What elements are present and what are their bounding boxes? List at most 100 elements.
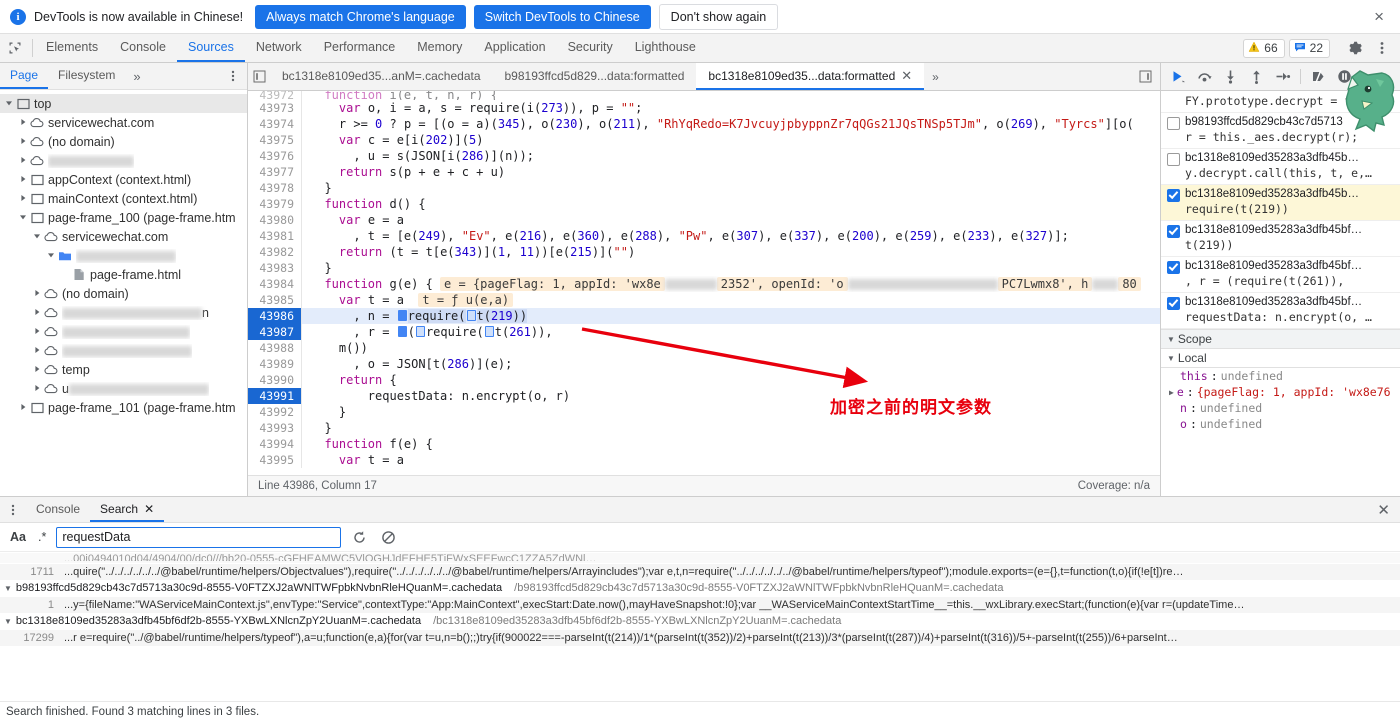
breakpoint-checkbox[interactable] xyxy=(1167,261,1180,274)
tree-node-0[interactable]: top xyxy=(0,94,247,113)
inspect-element-icon[interactable] xyxy=(0,34,30,62)
tree-node-5[interactable]: mainContext (context.html) xyxy=(0,189,247,208)
code-line-43975[interactable]: 43975 var c = e[i(202)](5) xyxy=(248,132,1160,148)
code-editor[interactable]: 43972 function i(e, t, n, r) {43973 var … xyxy=(248,91,1160,475)
tree-node-3[interactable] xyxy=(0,151,247,170)
line-number-43990[interactable]: 43990 xyxy=(248,372,302,388)
line-number-43983[interactable]: 43983 xyxy=(248,260,302,276)
more-options-icon[interactable] xyxy=(1371,40,1393,56)
close-icon-search-tab[interactable]: ✕ xyxy=(144,502,154,516)
search-result-line-0[interactable]: ...00i0494010d04/4904/00/dc0///bb20-0555… xyxy=(0,552,1400,563)
code-line-43993[interactable]: 43993 } xyxy=(248,420,1160,436)
tree-node-4[interactable]: appContext (context.html) xyxy=(0,170,247,189)
line-number-43992[interactable]: 43992 xyxy=(248,404,302,420)
navigator-tab-filesystem[interactable]: Filesystem xyxy=(48,63,125,89)
close-drawer-icon[interactable]: ✕ xyxy=(1367,497,1400,522)
tab-console[interactable]: Console xyxy=(109,34,177,62)
code-line-43990[interactable]: 43990 return { xyxy=(248,372,1160,388)
breakpoints-list[interactable]: FY.prototype.decrypt = fun… b98193ffcd5d8… xyxy=(1161,91,1400,329)
breakpoint-item-0[interactable]: FY.prototype.decrypt = fun… xyxy=(1161,91,1400,113)
chevron-down-icon[interactable] xyxy=(30,232,43,242)
line-number-43982[interactable]: 43982 xyxy=(248,244,302,260)
code-line-43988[interactable]: 43988 m()) xyxy=(248,340,1160,356)
tab-performance[interactable]: Performance xyxy=(313,34,407,62)
search-result-file-4[interactable]: ▼ bc1318e8109ed35283a3dfb45bf6df2b-8555-Y… xyxy=(0,613,1400,629)
tree-node-10[interactable]: (no domain) xyxy=(0,284,247,303)
source-tab-0[interactable]: bc1318e8109ed35...anM=.cachedata xyxy=(270,63,493,90)
line-number-43988[interactable]: 43988 xyxy=(248,340,302,356)
line-number-43978[interactable]: 43978 xyxy=(248,180,302,196)
line-number-43991[interactable]: 43991 xyxy=(248,388,302,404)
line-number-43975[interactable]: 43975 xyxy=(248,132,302,148)
line-number-43984[interactable]: 43984 xyxy=(248,276,302,292)
code-line-43979[interactable]: 43979 function d() { xyxy=(248,196,1160,212)
code-line-43995[interactable]: 43995 var t = a xyxy=(248,452,1160,468)
search-results-list[interactable]: ...00i0494010d04/4904/00/dc0///bb20-0555… xyxy=(0,552,1400,701)
tree-node-6[interactable]: page-frame_100 (page-frame.htm xyxy=(0,208,247,227)
code-line-43976[interactable]: 43976 , u = s(JSON[i(286)](n)); xyxy=(248,148,1160,164)
message-count-badge[interactable]: 22 xyxy=(1288,38,1330,58)
tree-node-15[interactable]: u xyxy=(0,379,247,398)
line-number-43993[interactable]: 43993 xyxy=(248,420,302,436)
search-input[interactable] xyxy=(56,526,342,548)
step-out-of-current-function-icon[interactable] xyxy=(1244,66,1269,88)
line-number-43995[interactable]: 43995 xyxy=(248,452,302,468)
chevron-right-icon[interactable] xyxy=(30,346,43,356)
warning-count-badge[interactable]: 66 xyxy=(1243,38,1285,58)
drawer-options-icon[interactable] xyxy=(0,497,26,522)
tree-node-7[interactable]: servicewechat.com xyxy=(0,227,247,246)
code-line-43983[interactable]: 43983 } xyxy=(248,260,1160,276)
code-lines[interactable]: 43972 function i(e, t, n, r) {43973 var … xyxy=(248,91,1160,468)
breakpoint-checkbox[interactable] xyxy=(1167,153,1180,166)
drawer-tab-search[interactable]: Search ✕ xyxy=(90,497,165,522)
chevron-right-icon[interactable]: ▶ xyxy=(1169,388,1174,397)
resume-script-execution-icon[interactable] xyxy=(1166,66,1191,88)
scope-variable-n[interactable]: n: undefined xyxy=(1161,400,1400,416)
code-line-43992[interactable]: 43992 } xyxy=(248,404,1160,420)
scope-variable-o[interactable]: o: undefined xyxy=(1161,416,1400,432)
scope-variable-this[interactable]: this: undefined xyxy=(1161,368,1400,384)
code-line-43991[interactable]: 43991 requestData: n.encrypt(o, r) xyxy=(248,388,1160,404)
code-line-43977[interactable]: 43977 return s(p + e + c + u) xyxy=(248,164,1160,180)
scroll-tabs-right-icon[interactable] xyxy=(1134,70,1156,83)
source-tab-2[interactable]: bc1318e8109ed35...data:formatted ✕ xyxy=(696,63,925,90)
breakpoint-checkbox[interactable] xyxy=(1167,297,1180,310)
code-line-43978[interactable]: 43978 } xyxy=(248,180,1160,196)
line-number-43994[interactable]: 43994 xyxy=(248,436,302,452)
line-number-43976[interactable]: 43976 xyxy=(248,148,302,164)
tab-sources[interactable]: Sources xyxy=(176,34,245,62)
chevron-right-icon[interactable] xyxy=(16,137,29,147)
chevron-right-icon[interactable] xyxy=(16,118,29,128)
code-line-43985[interactable]: 43985 var t = a t = ƒ u(e,a) xyxy=(248,292,1160,308)
breakpoint-item-1[interactable]: b98193ffcd5d829cb43c7d5713 r = this._aes.… xyxy=(1161,113,1400,149)
deactivate-breakpoints-icon[interactable] xyxy=(1306,66,1331,88)
tree-node-14[interactable]: temp xyxy=(0,360,247,379)
tree-node-2[interactable]: (no domain) xyxy=(0,132,247,151)
chevron-down-icon[interactable] xyxy=(2,99,15,109)
code-line-43984[interactable]: 43984 function g(e) { e = {pageFlag: 1, … xyxy=(248,276,1160,292)
line-number-43973[interactable]: 43973 xyxy=(248,100,302,116)
breakpoint-item-2[interactable]: bc1318e8109ed35283a3dfb45b… y.decrypt.cal… xyxy=(1161,149,1400,185)
regex-toggle[interactable]: .* xyxy=(36,530,48,544)
clear-icon[interactable] xyxy=(378,530,399,545)
match-case-toggle[interactable]: Aa xyxy=(8,530,28,544)
tab-application[interactable]: Application xyxy=(473,34,556,62)
tab-elements[interactable]: Elements xyxy=(35,34,109,62)
step-into-next-function-call-icon[interactable] xyxy=(1218,66,1243,88)
chevron-right-icon[interactable] xyxy=(30,308,43,318)
line-number-43987[interactable]: 43987 xyxy=(248,324,302,340)
tree-node-1[interactable]: servicewechat.com xyxy=(0,113,247,132)
chevron-down-icon[interactable] xyxy=(44,251,57,261)
chevron-right-icon[interactable] xyxy=(30,327,43,337)
navigator-more-tabs-icon[interactable]: » xyxy=(125,63,148,89)
line-number-43981[interactable]: 43981 xyxy=(248,228,302,244)
tree-node-9[interactable]: page-frame.html xyxy=(0,265,247,284)
chevron-right-icon[interactable] xyxy=(16,156,29,166)
line-number-43980[interactable]: 43980 xyxy=(248,212,302,228)
always-match-chrome-language-button[interactable]: Always match Chrome's language xyxy=(255,4,466,29)
source-tab-1[interactable]: b98193ffcd5d829...data:formatted xyxy=(493,63,697,90)
search-result-line-1[interactable]: 1711 ...quire("../../../../../../@babel/r… xyxy=(0,563,1400,580)
tree-node-13[interactable] xyxy=(0,341,247,360)
more-source-tabs-icon[interactable]: » xyxy=(924,63,947,90)
breakpoint-item-4[interactable]: bc1318e8109ed35283a3dfb45bf… t(219)) xyxy=(1161,221,1400,257)
